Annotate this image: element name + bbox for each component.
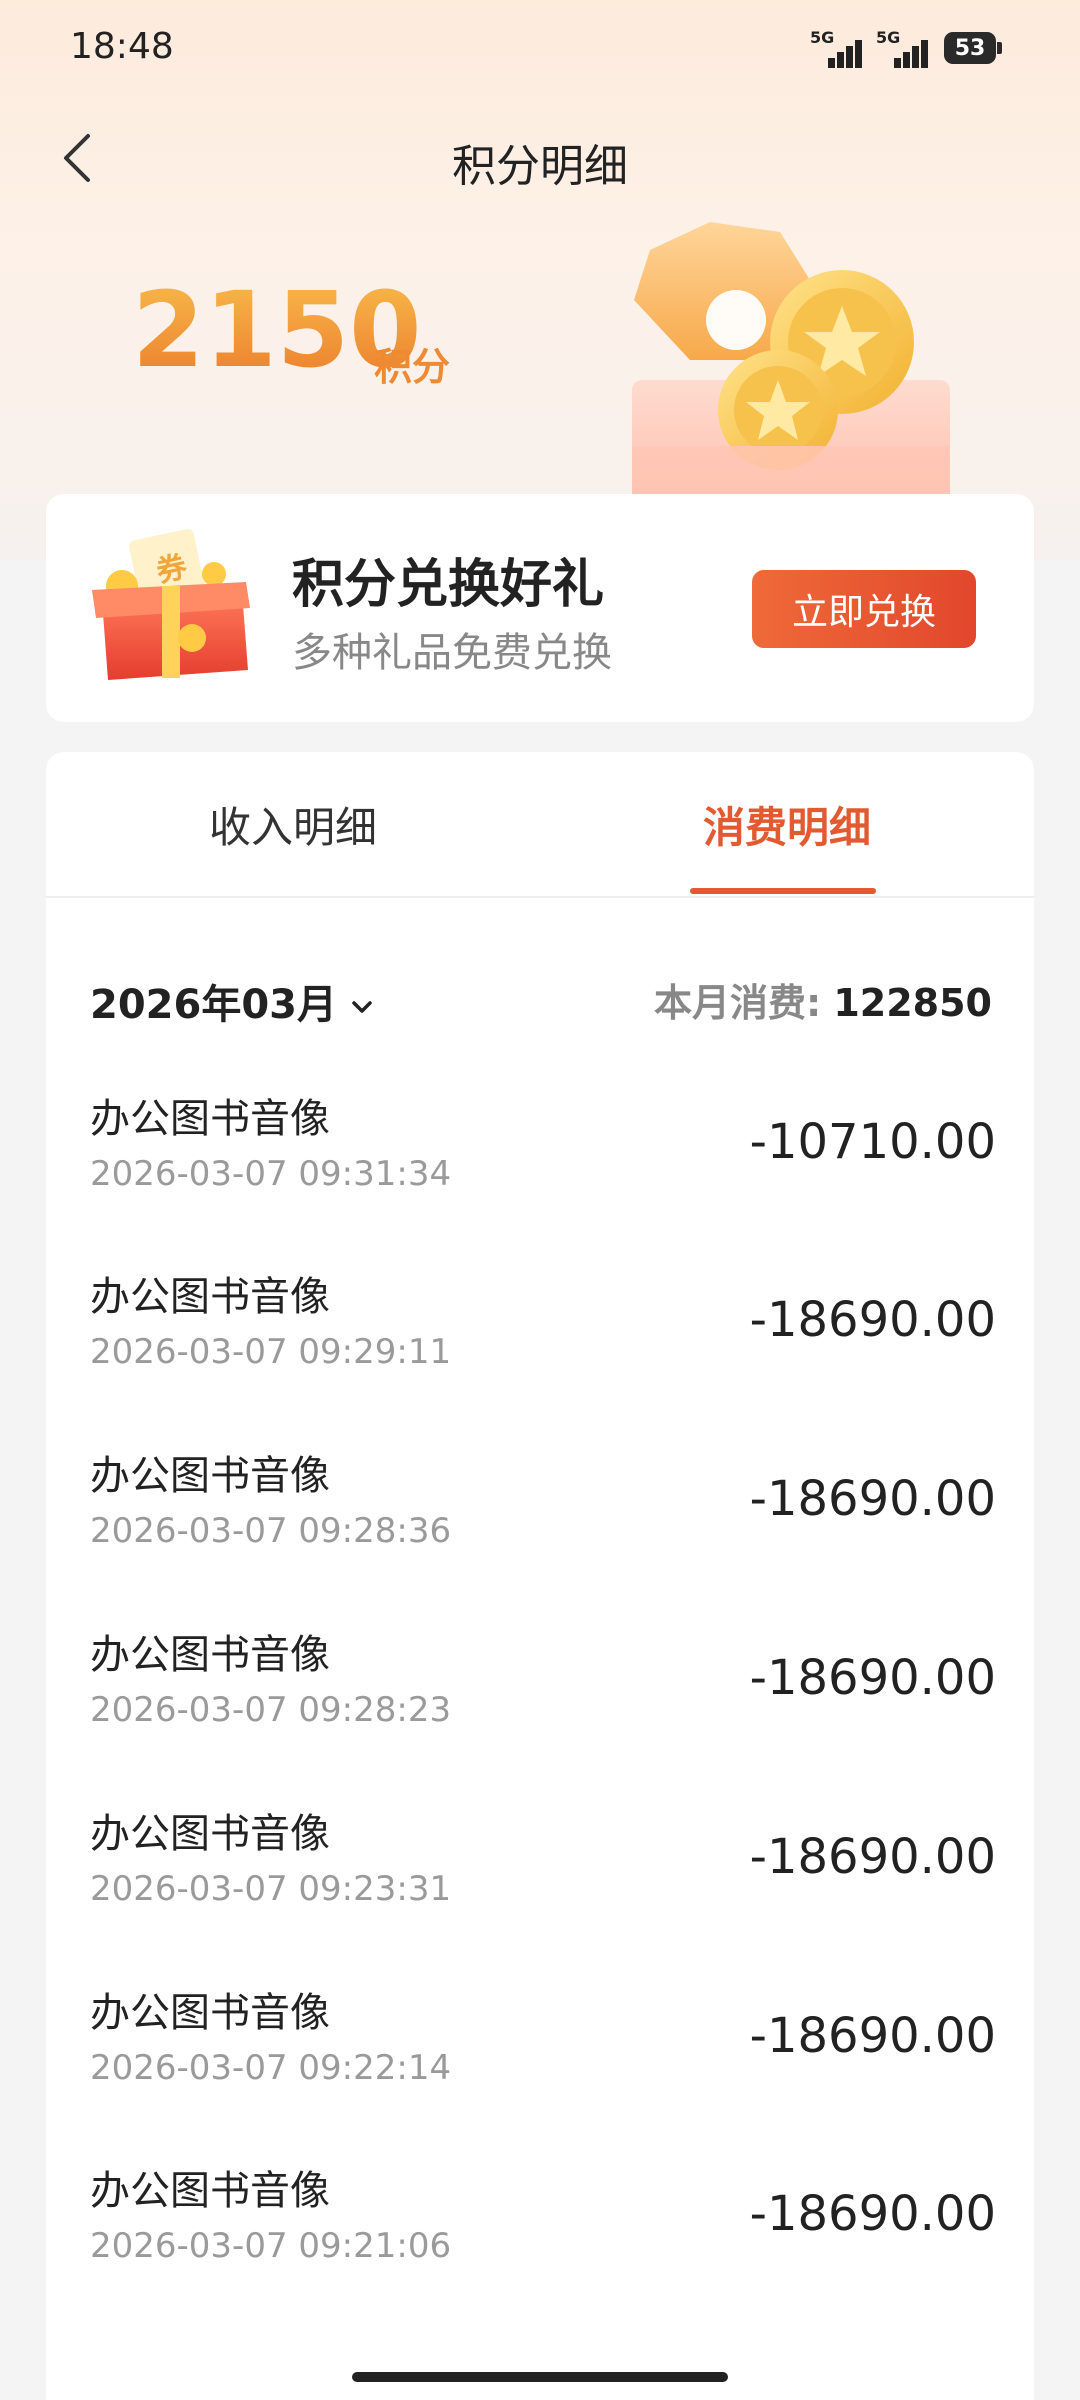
network-type-label: 5G [876, 28, 901, 47]
list-item[interactable]: 办公图书音像 2026-03-07 09:23:31 -18690.00 [46, 1801, 1034, 1979]
monthly-spending-summary: 本月消费: 122850 [654, 972, 992, 1027]
list-item[interactable]: 办公图书音像 2026-03-07 09:29:11 -18690.00 [46, 1264, 1034, 1442]
signal-icon: 5G [876, 28, 928, 68]
home-indicator[interactable] [352, 2372, 728, 2382]
status-bar: 18:48 5G 5G 53 [0, 0, 1080, 100]
list-item[interactable]: 办公图书音像 2026-03-07 09:21:06 -18690.00 [46, 2158, 1034, 2336]
exchange-card[interactable]: 券 积分兑换好礼 多种礼品免费兑换 立即兑换 [46, 494, 1034, 722]
record-amount: -18690.00 [749, 2186, 996, 2242]
exchange-now-button[interactable]: 立即兑换 [752, 570, 976, 648]
points-unit: 积分 [374, 345, 451, 389]
record-time: 2026-03-07 09:21:06 [90, 2226, 452, 2266]
tab-income[interactable]: 收入明细 [46, 794, 540, 855]
list-item[interactable]: 办公图书音像 2026-03-07 09:28:23 -18690.00 [46, 1622, 1034, 1800]
page-title: 积分明细 [452, 141, 628, 192]
summary-value: 122850 [833, 981, 992, 1025]
list-item[interactable]: 办公图书音像 2026-03-07 09:22:14 -18690.00 [46, 1980, 1034, 2158]
list-item[interactable]: 办公图书音像 2026-03-07 09:31:34 -10710.00 [46, 1086, 1034, 1264]
record-title: 办公图书音像 [90, 1811, 330, 1857]
gift-box-icon: 券 [92, 528, 250, 680]
record-time: 2026-03-07 09:28:36 [90, 1511, 452, 1551]
exchange-subtitle: 多种礼品免费兑换 [292, 630, 612, 676]
record-amount: -10710.00 [749, 1114, 996, 1170]
battery-tip [997, 42, 1002, 54]
month-selector[interactable]: 2026年03月 [90, 972, 373, 1030]
record-amount: -18690.00 [749, 1650, 996, 1706]
record-title: 办公图书音像 [90, 2168, 330, 2214]
coins-box-illustration [632, 222, 950, 510]
signal-icon: 5G [810, 28, 862, 68]
list-item[interactable]: 办公图书音像 2026-03-07 09:28:36 -18690.00 [46, 1443, 1034, 1621]
record-time: 2026-03-07 09:28:23 [90, 1690, 452, 1730]
record-time: 2026-03-07 09:31:34 [90, 1154, 452, 1194]
record-time: 2026-03-07 09:29:11 [90, 1332, 452, 1372]
record-title: 办公图书音像 [90, 1096, 330, 1142]
record-amount: -18690.00 [749, 2008, 996, 2064]
exchange-title: 积分兑换好礼 [292, 555, 605, 615]
battery-icon: 53 [944, 32, 996, 64]
summary-label: 本月消费: [654, 981, 822, 1025]
battery-level: 53 [954, 35, 986, 61]
status-time: 18:48 [70, 26, 174, 67]
record-title: 办公图书音像 [90, 1990, 330, 2036]
record-amount: -18690.00 [749, 1829, 996, 1885]
chevron-down-icon [352, 1001, 372, 1013]
active-tab-indicator [690, 888, 876, 894]
record-amount: -18690.00 [749, 1471, 996, 1527]
record-time: 2026-03-07 09:22:14 [90, 2048, 452, 2088]
record-title: 办公图书音像 [90, 1632, 330, 1678]
tab-expense[interactable]: 消费明细 [540, 794, 1034, 855]
record-amount: -18690.00 [749, 1292, 996, 1348]
records-card: 收入明细 消费明细 2026年03月 本月消费: 122850 办公图书音像 2… [46, 752, 1034, 2400]
record-title: 办公图书音像 [90, 1274, 330, 1320]
record-title: 办公图书音像 [90, 1453, 330, 1499]
record-time: 2026-03-07 09:23:31 [90, 1869, 452, 1909]
network-type-label: 5G [810, 28, 835, 47]
tabs-divider [46, 896, 1034, 898]
month-label: 2026年03月 [90, 982, 337, 1028]
